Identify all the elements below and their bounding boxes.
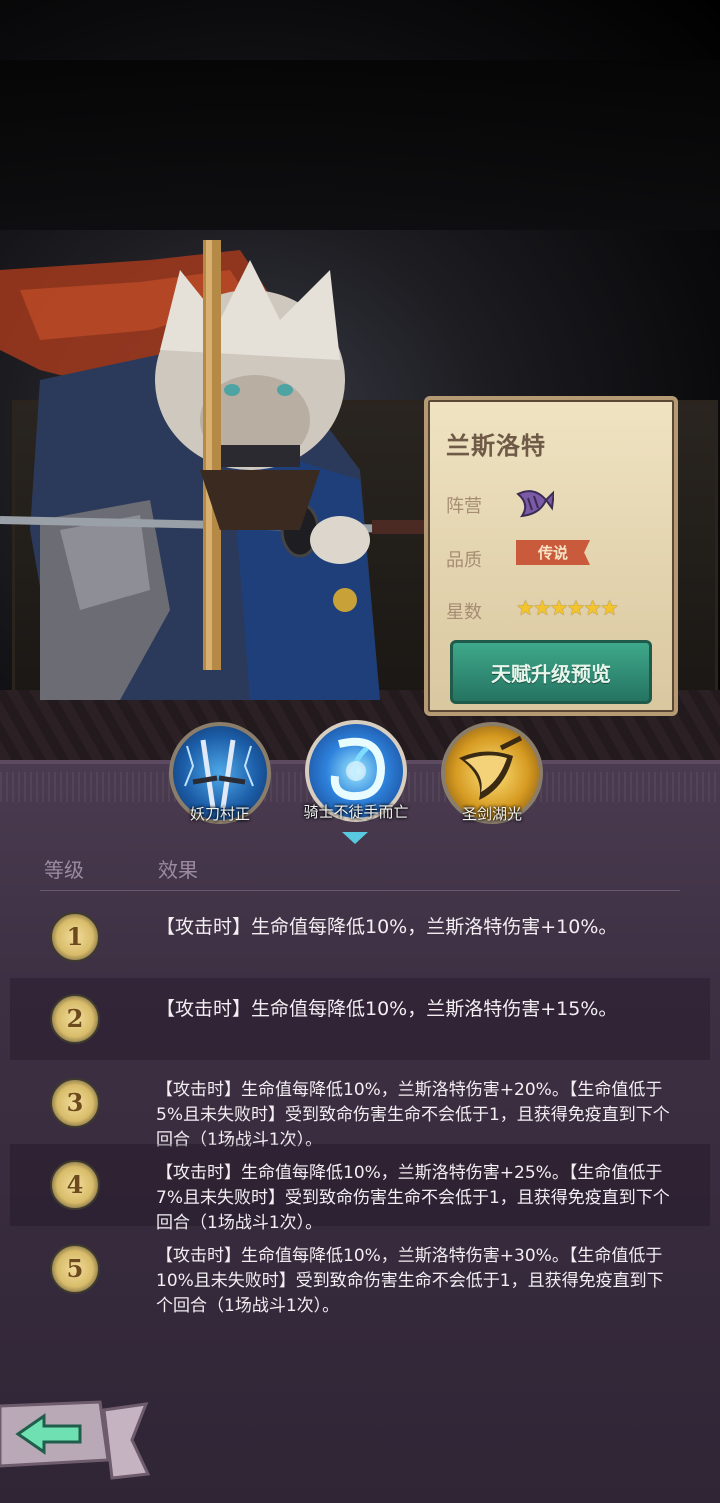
level-badge: 3 [50,1078,100,1128]
effect-text: 【攻击时】生命值每降低10%，兰斯洛特伤害+30%。【生命值低于10%且未失败时… [156,1246,664,1316]
level-badge: 2 [50,994,100,1044]
faction-label: 阵营 [446,496,482,517]
level-number: 4 [66,1170,84,1199]
skill-tab-2-selected[interactable]: 骑士不徒手而亡 [302,720,410,822]
top-banner-shadow [0,60,720,230]
level-number: 2 [66,1004,84,1033]
stars-label: 星数 [446,602,482,623]
header-divider [40,890,680,891]
quality-label: 品质 [446,550,482,571]
talent-upgrade-preview-button[interactable]: 天赋升级预览 [450,640,652,704]
level-badge: 1 [50,912,100,962]
level-row-5: 5 【攻击时】生命值每降低10%，兰斯洛特伤害+30%。【生命值低于10%且未失… [10,1228,710,1316]
header-level: 等级 [44,858,84,882]
selected-skill-pointer [342,832,368,844]
header-effect: 效果 [158,858,198,882]
skill-tab-1[interactable]: 妖刀村正 [166,722,274,824]
effect-text: 【攻击时】生命值每降低10%，兰斯洛特伤害+15%。 [156,998,618,1020]
effect-text: 【攻击时】生命值每降低10%，兰斯洛特伤害+25%。【生命值低于7%且未失败时】… [156,1163,670,1233]
skill-tab-3[interactable]: 圣剑湖光 [438,722,546,824]
star-rating: ★★★★★★ [516,596,619,620]
level-row-4: 4 【攻击时】生命值每降低10%，兰斯洛特伤害+25%。【生命值低于7%且未失败… [10,1144,710,1233]
hero-info-card: 兰斯洛特 阵营 品质 传说 星数 ★★★★★★ 天赋升级预览 [424,396,678,716]
hero-name: 兰斯洛特 [446,432,546,460]
level-badge: 4 [50,1160,100,1210]
skill-label: 圣剑湖光 [461,805,522,823]
level-number: 1 [66,922,84,951]
fish-icon [516,490,554,518]
hero-character-art [0,240,440,700]
effect-text: 【攻击时】生命值每降低10%，兰斯洛特伤害+10%。 [156,916,618,938]
skill-label: 妖刀村正 [189,805,250,823]
effect-text: 【攻击时】生命值每降低10%，兰斯洛特伤害+20%。【生命值低于5%且未失败时】… [156,1080,670,1150]
hero-showcase: 兰斯洛特 阵营 品质 传说 星数 ★★★★★★ 天赋升级预览 [0,0,720,780]
level-number: 5 [66,1254,84,1283]
level-row-3: 3 【攻击时】生命值每降低10%，兰斯洛特伤害+20%。【生命值低于5%且未失败… [10,1062,710,1150]
level-number: 3 [66,1088,84,1117]
skill-label: 骑士不徒手而亡 [303,803,409,821]
level-badge: 5 [50,1244,100,1294]
level-row-2: 2 【攻击时】生命值每降低10%，兰斯洛特伤害+15%。 [10,978,710,1060]
back-button[interactable] [0,1400,150,1484]
level-row-1: 1 【攻击时】生命值每降低10%，兰斯洛特伤害+10%。 [10,896,710,978]
quality-badge: 传说 [516,540,591,565]
